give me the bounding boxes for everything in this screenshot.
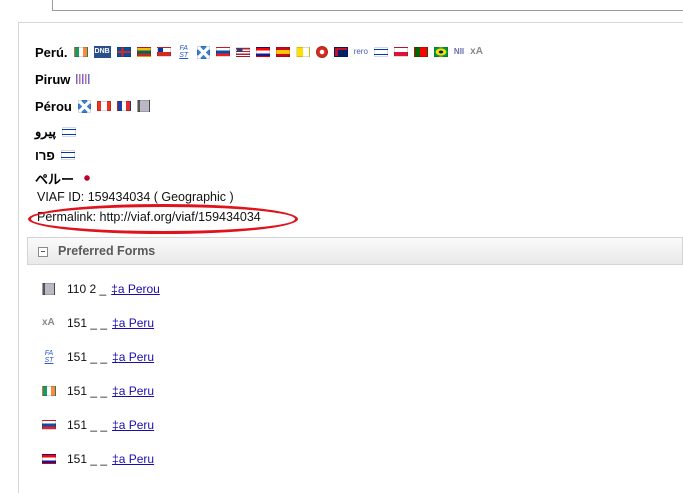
marc-field-code: 151 _ _ bbox=[67, 384, 108, 398]
heading-link[interactable]: ‡a Perou bbox=[111, 282, 160, 296]
preferred-forms-header[interactable]: Preferred Forms bbox=[27, 237, 683, 265]
ireland-icon[interactable] bbox=[42, 386, 56, 396]
marc-field-code: 151 _ _ bbox=[67, 350, 108, 364]
source-icons bbox=[62, 127, 76, 137]
barcode-icon[interactable] bbox=[76, 74, 91, 84]
australia-icon[interactable] bbox=[333, 47, 348, 57]
viaf-id-text: VIAF ID: 159434034 ( Geographic ) bbox=[37, 190, 234, 204]
preferred-form-row: 151 _ _ ‡a Peru bbox=[42, 451, 154, 467]
preferred-form-row: 151 _ _ ‡a Peru bbox=[42, 383, 154, 399]
vatican-icon[interactable] bbox=[295, 47, 310, 57]
name-heading: پيرو bbox=[35, 124, 56, 139]
name-heading: ペルー bbox=[35, 171, 75, 187]
israel-icon[interactable] bbox=[60, 150, 75, 160]
france-icon[interactable] bbox=[116, 101, 131, 111]
source-icon-slot bbox=[42, 420, 60, 430]
fast-top-text: FA bbox=[179, 45, 188, 52]
fast-top-text: FA bbox=[44, 350, 54, 357]
fast-icon[interactable]: FA ST bbox=[177, 45, 191, 59]
chile-icon[interactable] bbox=[156, 47, 171, 57]
slovakia-icon[interactable] bbox=[215, 47, 230, 57]
rero-icon[interactable]: rero bbox=[354, 47, 368, 57]
name-heading-row: پيرو bbox=[35, 122, 76, 142]
preferred-form-row: 110 2 _ ‡a Perou bbox=[42, 281, 160, 297]
source-icon-slot: FA ST bbox=[42, 350, 60, 364]
name-heading: פרו bbox=[35, 147, 55, 163]
lithuania-icon[interactable] bbox=[136, 47, 151, 57]
switzerland-icon[interactable] bbox=[315, 46, 328, 58]
nii-icon[interactable]: NII bbox=[454, 47, 464, 57]
name-heading-row: פרו bbox=[35, 145, 75, 165]
preferred-form-row: xA 151 _ _ ‡a Peru bbox=[42, 315, 154, 331]
poland-icon[interactable] bbox=[393, 47, 408, 57]
name-heading-row: Pérou bbox=[35, 96, 150, 116]
source-icon-slot: xA bbox=[42, 318, 60, 328]
portugal-icon[interactable] bbox=[413, 47, 428, 57]
name-heading-row: Perú. DNB FA ST rero NII xA bbox=[35, 42, 483, 62]
xa-icon[interactable]: xA bbox=[470, 47, 483, 57]
name-heading: Pérou bbox=[35, 98, 72, 114]
top-input-frame bbox=[52, 0, 683, 11]
xlink-icon[interactable] bbox=[77, 99, 91, 113]
top-bar bbox=[0, 0, 683, 22]
iceland-icon[interactable] bbox=[116, 47, 131, 57]
brazil-icon[interactable] bbox=[433, 47, 448, 57]
ireland-icon[interactable] bbox=[73, 47, 88, 57]
dnb-icon[interactable]: DNB bbox=[93, 46, 111, 58]
preferred-form-row: FA ST 151 _ _ ‡a Peru bbox=[42, 349, 155, 365]
collapse-toggle-icon[interactable] bbox=[38, 247, 48, 257]
heading-link[interactable]: ‡a Peru bbox=[112, 384, 154, 398]
name-heading-row: Piruw bbox=[35, 69, 91, 89]
permalink-highlight-ellipse bbox=[28, 204, 298, 234]
canada-icon[interactable] bbox=[96, 101, 111, 111]
heading-link[interactable]: ‡a Peru bbox=[112, 452, 154, 466]
usa-icon[interactable] bbox=[235, 47, 250, 57]
marc-field-code: 110 2 _ bbox=[67, 282, 107, 296]
israel-icon[interactable] bbox=[62, 127, 76, 137]
spain-icon[interactable] bbox=[275, 47, 290, 57]
croatia-icon[interactable] bbox=[42, 454, 56, 464]
preferred-forms-title: Preferred Forms bbox=[58, 244, 156, 258]
name-heading-row: ペルー bbox=[35, 168, 95, 188]
name-heading: Perú. bbox=[35, 44, 68, 60]
fast-bottom-text: ST bbox=[44, 357, 54, 364]
slovakia-icon[interactable] bbox=[42, 420, 56, 430]
fast-icon[interactable]: FA ST bbox=[42, 350, 56, 364]
preferred-form-row: 151 _ _ ‡a Peru bbox=[42, 417, 154, 433]
book-icon[interactable] bbox=[136, 100, 150, 112]
source-icon-slot bbox=[42, 283, 60, 295]
heading-link[interactable]: ‡a Peru bbox=[112, 350, 154, 364]
croatia-icon[interactable] bbox=[255, 47, 270, 57]
source-icons bbox=[80, 173, 95, 183]
xa-icon[interactable]: xA bbox=[42, 318, 55, 328]
source-icons: DNB FA ST rero NII xA bbox=[73, 45, 483, 59]
fast-bottom-text: ST bbox=[179, 52, 189, 59]
heading-link[interactable]: ‡a Peru bbox=[112, 316, 154, 330]
israel-icon[interactable] bbox=[373, 47, 388, 57]
marc-field-code: 151 _ _ bbox=[67, 316, 108, 330]
source-icons bbox=[60, 150, 75, 160]
heading-link[interactable]: ‡a Peru bbox=[112, 418, 154, 432]
source-icon-slot bbox=[42, 386, 60, 396]
name-heading: Piruw bbox=[35, 71, 71, 87]
xlink-icon[interactable] bbox=[196, 45, 210, 59]
japan-icon[interactable] bbox=[80, 173, 95, 183]
marc-field-code: 151 _ _ bbox=[67, 418, 108, 432]
source-icons bbox=[76, 74, 91, 84]
marc-field-code: 151 _ _ bbox=[67, 452, 108, 466]
source-icons bbox=[77, 99, 150, 113]
source-icon-slot bbox=[42, 454, 60, 464]
book-icon[interactable] bbox=[42, 283, 55, 295]
